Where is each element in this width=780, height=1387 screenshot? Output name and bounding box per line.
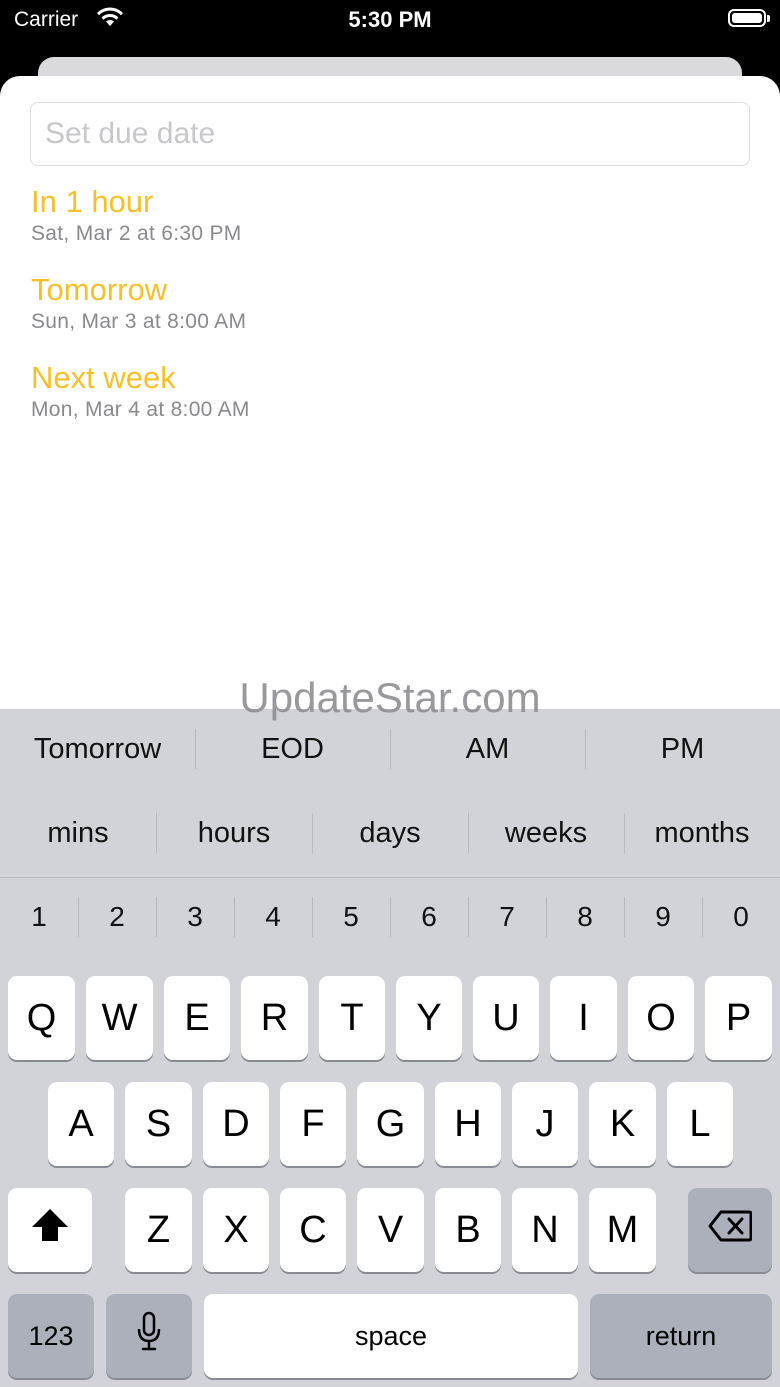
key-p[interactable]: P <box>705 976 772 1060</box>
key-x[interactable]: X <box>203 1188 269 1272</box>
key-e[interactable]: E <box>164 976 230 1060</box>
suggestion-mins[interactable]: mins <box>0 817 156 850</box>
number-bar: 1 2 3 4 5 6 7 8 9 0 <box>0 897 780 937</box>
key-i[interactable]: I <box>550 976 617 1060</box>
number-key-4[interactable]: 4 <box>234 897 312 937</box>
return-key[interactable]: return <box>590 1294 772 1378</box>
key-k[interactable]: K <box>589 1082 656 1166</box>
key-t[interactable]: T <box>319 976 385 1060</box>
key-g[interactable]: G <box>357 1082 424 1166</box>
suggestion-months[interactable]: months <box>624 813 780 853</box>
number-key-1[interactable]: 1 <box>0 901 78 933</box>
battery-icon <box>728 9 770 27</box>
suggestion-pm[interactable]: PM <box>585 729 780 769</box>
suggestion-am[interactable]: AM <box>390 729 585 769</box>
key-m[interactable]: M <box>589 1188 656 1272</box>
watermark: UpdateStar.com <box>239 674 541 721</box>
key-h[interactable]: H <box>435 1082 501 1166</box>
key-l[interactable]: L <box>667 1082 733 1166</box>
due-date-input[interactable] <box>30 102 750 166</box>
option-subtitle: Sat, Mar 2 at 6:30 PM <box>31 222 242 245</box>
number-key-3[interactable]: 3 <box>156 897 234 937</box>
number-key-5[interactable]: 5 <box>312 897 390 937</box>
option-title: In 1 hour <box>31 184 154 219</box>
number-key-6[interactable]: 6 <box>390 897 468 937</box>
delete-key[interactable] <box>688 1188 772 1272</box>
key-j[interactable]: J <box>512 1082 578 1166</box>
numbers-key[interactable]: 123 <box>8 1294 94 1378</box>
option-subtitle: Mon, Mar 4 at 8:00 AM <box>31 398 250 421</box>
suggestion-tomorrow[interactable]: Tomorrow <box>0 733 195 766</box>
number-key-7[interactable]: 7 <box>468 897 546 937</box>
suggestion-days[interactable]: days <box>312 813 468 853</box>
suggestion-eod[interactable]: EOD <box>195 729 390 769</box>
key-z[interactable]: Z <box>125 1188 192 1272</box>
key-s[interactable]: S <box>125 1082 192 1166</box>
number-key-9[interactable]: 9 <box>624 897 702 937</box>
dictation-key[interactable] <box>106 1294 192 1378</box>
option-in-1-hour[interactable]: In 1 hour Sat, Mar 2 at 6:30 PM <box>31 184 242 246</box>
space-key[interactable]: space <box>204 1294 578 1378</box>
option-tomorrow[interactable]: Tomorrow Sun, Mar 3 at 8:00 AM <box>31 272 246 334</box>
option-subtitle: Sun, Mar 3 at 8:00 AM <box>31 310 247 333</box>
key-f[interactable]: F <box>280 1082 346 1166</box>
option-title: Tomorrow <box>31 272 168 307</box>
suggestion-weeks[interactable]: weeks <box>468 813 624 853</box>
shift-key[interactable] <box>8 1188 92 1272</box>
key-d[interactable]: D <box>203 1082 269 1166</box>
key-n[interactable]: N <box>512 1188 578 1272</box>
suggestion-hours[interactable]: hours <box>156 813 312 853</box>
shift-icon <box>30 1207 70 1253</box>
keyboard: Tomorrow EOD AM PM mins hours days weeks… <box>0 709 780 1387</box>
option-title: Next week <box>31 360 176 395</box>
key-y[interactable]: Y <box>396 976 462 1060</box>
key-o[interactable]: O <box>628 976 694 1060</box>
number-key-0[interactable]: 0 <box>702 897 780 937</box>
key-u[interactable]: U <box>473 976 539 1060</box>
backspace-icon <box>708 1209 753 1252</box>
number-key-8[interactable]: 8 <box>546 897 624 937</box>
key-a[interactable]: A <box>48 1082 114 1166</box>
divider <box>0 877 780 878</box>
key-c[interactable]: C <box>280 1188 346 1272</box>
key-r[interactable]: R <box>241 976 308 1060</box>
space-key-label: space <box>354 1320 428 1351</box>
return-key-label: return <box>645 1320 717 1351</box>
option-next-week[interactable]: Next week Mon, Mar 4 at 8:00 AM <box>31 360 250 422</box>
key-q[interactable]: Q <box>8 976 75 1060</box>
key-w[interactable]: W <box>86 976 153 1060</box>
microphone-icon <box>136 1311 162 1361</box>
status-bar: Carrier 5:30 PM <box>0 0 780 44</box>
suggestion-bar-time: Tomorrow EOD AM PM <box>0 729 780 769</box>
numbers-key-label: 123 <box>28 1320 74 1351</box>
key-b[interactable]: B <box>435 1188 501 1272</box>
key-v[interactable]: V <box>357 1188 424 1272</box>
suggestion-bar-units: mins hours days weeks months <box>0 813 780 853</box>
number-key-2[interactable]: 2 <box>78 897 156 937</box>
status-time: 5:30 PM <box>348 7 432 32</box>
